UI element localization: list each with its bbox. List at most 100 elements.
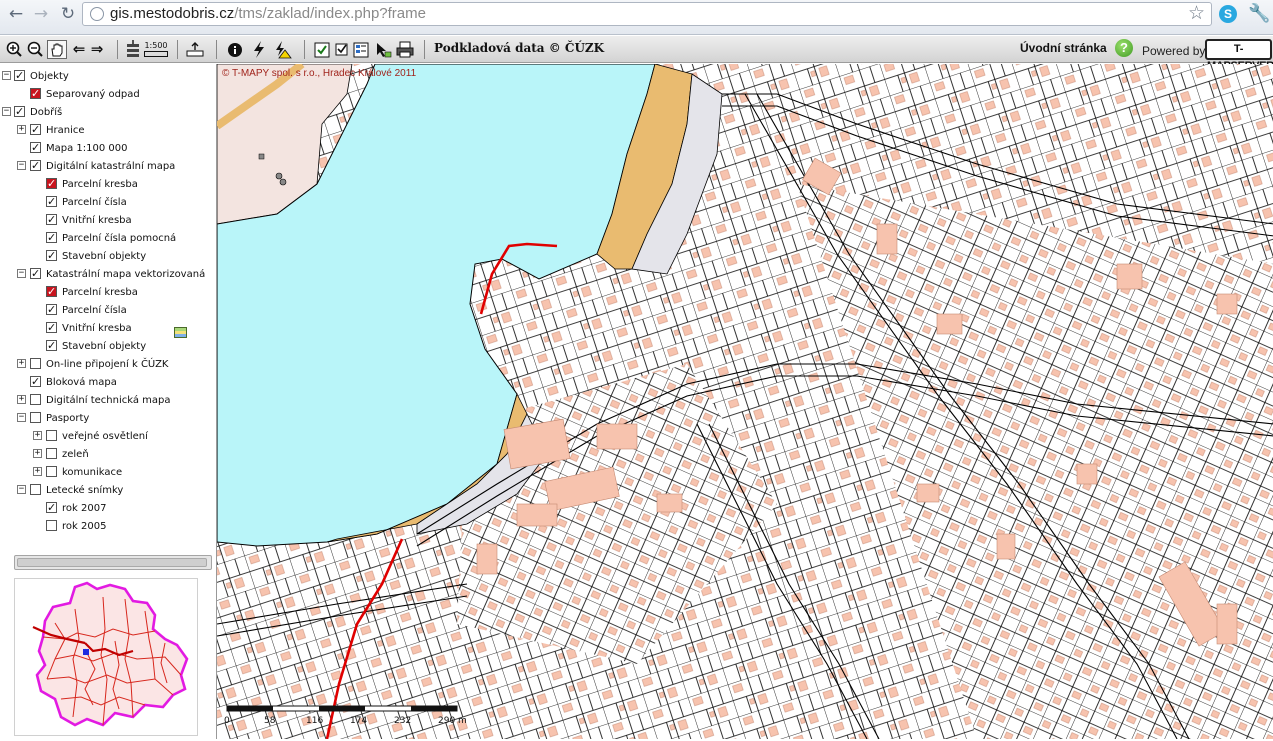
layer-kmv-stavebni: ✓ Stavební objekty xyxy=(0,338,216,356)
lightning-icon[interactable] xyxy=(250,40,268,59)
list-icon[interactable] xyxy=(352,40,370,59)
layer-checkbox[interactable] xyxy=(30,412,41,423)
address-bar[interactable]: gis.mestodobris.cz/tms/zaklad/index.php?… xyxy=(82,2,1212,26)
collapse-icon[interactable]: − xyxy=(17,485,26,494)
reload-icon[interactable]: ↻ xyxy=(57,3,79,25)
layer-label: rok 2007 xyxy=(62,503,107,514)
layer-label: Stavební objekty xyxy=(62,341,147,352)
expand-icon[interactable]: + xyxy=(33,449,42,458)
legend-icon[interactable] xyxy=(313,40,331,59)
layer-checkbox[interactable]: ✓ xyxy=(46,232,57,243)
layer-checkbox[interactable]: ✓ xyxy=(46,214,57,225)
layer-checkbox[interactable] xyxy=(30,358,41,369)
basemap-label: Podkladová data © ČÚZK xyxy=(434,41,605,55)
layer-label: rok 2005 xyxy=(62,521,107,532)
layer-checkbox[interactable]: ✓ xyxy=(46,250,57,261)
layer-checkbox[interactable]: ✓ xyxy=(14,70,25,81)
home-link[interactable]: Úvodní stránka xyxy=(1020,41,1107,55)
skype-extension-icon[interactable]: S xyxy=(1219,5,1237,23)
back-icon[interactable]: ← xyxy=(5,3,27,25)
select-arrow-icon[interactable] xyxy=(374,40,392,59)
layer-label: Letecké snímky xyxy=(46,485,124,496)
layer-checkbox[interactable]: ✓ xyxy=(46,178,57,189)
layer-checkbox[interactable] xyxy=(46,466,57,477)
info-icon[interactable] xyxy=(226,40,244,59)
layer-label: Separovaný odpad xyxy=(46,89,140,100)
scale-1-500-button[interactable]: 1:500 xyxy=(144,41,168,60)
layer-checkbox[interactable] xyxy=(46,448,57,459)
scale-label: 58 xyxy=(264,716,276,726)
layer-label: zeleň xyxy=(62,449,89,460)
print-icon[interactable] xyxy=(395,40,415,59)
expand-icon[interactable]: + xyxy=(33,467,42,476)
layer-pasporty: − Pasporty xyxy=(0,410,216,428)
layer-label: Parcelní čísla xyxy=(62,197,127,208)
layer-checkbox[interactable]: ✓ xyxy=(30,268,41,279)
layer-checkbox[interactable]: ✓ xyxy=(30,160,41,171)
layer-checkbox[interactable]: ✓ xyxy=(46,196,57,207)
pan-hand-icon[interactable] xyxy=(47,40,67,59)
scale-label: 232 xyxy=(394,716,412,726)
expand-icon[interactable]: + xyxy=(17,395,26,404)
collapse-icon[interactable]: − xyxy=(17,269,26,278)
lightning-warning-icon[interactable] xyxy=(272,40,292,59)
layer-checkbox[interactable]: ✓ xyxy=(30,142,41,153)
scale-bar: 0 58 116 174 232 290 m xyxy=(224,704,486,734)
scale-label: 116 xyxy=(306,716,324,726)
layer-radio[interactable] xyxy=(46,520,57,531)
collapse-icon[interactable]: − xyxy=(17,161,26,170)
scrollbar-thumb[interactable] xyxy=(17,558,207,567)
map-copyright: © T-MAPY spol. s r.o., Hradec Králové 20… xyxy=(222,68,417,79)
layer-letecke: − Letecké snímky xyxy=(0,482,216,500)
layer-dkm-stavebni: ✓ Stavební objekty xyxy=(0,248,216,266)
forward-icon[interactable]: → xyxy=(30,3,52,25)
next-view-icon[interactable]: ⇒ xyxy=(88,40,106,59)
overview-map[interactable] xyxy=(14,578,198,736)
zoom-out-icon[interactable] xyxy=(26,40,44,59)
map-canvas[interactable] xyxy=(216,64,1273,739)
url-path: /tms/zaklad/index.php?frame xyxy=(234,5,426,22)
layer-label: Parcelní čísla pomocná xyxy=(62,233,177,244)
layer-osvetleni: + veřejné osvětlení xyxy=(0,428,216,446)
layer-radio[interactable]: ✓ xyxy=(46,502,57,513)
layer-rok2005: rok 2005 xyxy=(0,518,216,536)
tree-horizontal-scrollbar[interactable] xyxy=(14,555,212,570)
layer-checkbox[interactable]: ✓ xyxy=(46,340,57,351)
expand-icon[interactable]: + xyxy=(17,359,26,368)
help-icon[interactable]: ? xyxy=(1115,39,1133,57)
measure-icon[interactable] xyxy=(185,40,205,59)
layer-label: On-line připojení k ČÚZK xyxy=(46,359,169,370)
layer-checkbox[interactable] xyxy=(46,430,57,441)
layer-checkbox[interactable]: ✓ xyxy=(30,88,41,99)
layer-checkbox[interactable]: ✓ xyxy=(30,124,41,135)
layer-checkbox[interactable]: ✓ xyxy=(46,304,57,315)
powered-by-label: Powered by xyxy=(1142,44,1206,58)
tmapserver-logo[interactable]: T-MAPSERVER xyxy=(1205,39,1273,72)
layers-icon[interactable] xyxy=(124,40,142,59)
overview-viewport[interactable] xyxy=(83,649,89,655)
collapse-icon[interactable]: − xyxy=(2,107,11,116)
layer-dkm: − ✓ Digitální katastrální mapa xyxy=(0,158,216,176)
layer-online: + On-line připojení k ČÚZK xyxy=(0,356,216,374)
layer-label: Parcelní kresba xyxy=(62,179,138,190)
layer-checkbox[interactable] xyxy=(30,484,41,495)
collapse-icon[interactable]: − xyxy=(2,71,11,80)
wrench-icon[interactable]: 🔧 xyxy=(1248,3,1270,24)
checkbox-icon[interactable] xyxy=(334,40,350,59)
url-host: gis.mestodobris.cz xyxy=(110,5,235,22)
expand-icon[interactable]: + xyxy=(17,125,26,134)
layer-checkbox[interactable] xyxy=(30,394,41,405)
layer-checkbox[interactable]: ✓ xyxy=(14,106,25,117)
expand-icon[interactable]: + xyxy=(33,431,42,440)
previous-view-icon[interactable]: ⇐ xyxy=(70,40,88,59)
layer-label: Parcelní čísla xyxy=(62,305,127,316)
bookmark-star-icon[interactable]: ☆ xyxy=(1188,2,1205,24)
layer-checkbox[interactable]: ✓ xyxy=(30,376,41,387)
zoom-in-icon[interactable] xyxy=(5,40,23,59)
layer-label: Dobříš xyxy=(30,107,63,118)
legend-icon[interactable] xyxy=(174,327,187,338)
layer-checkbox[interactable]: ✓ xyxy=(46,322,57,333)
collapse-icon[interactable]: − xyxy=(17,413,26,422)
layer-blokova: ✓ Bloková mapa xyxy=(0,374,216,392)
layer-checkbox[interactable]: ✓ xyxy=(46,286,57,297)
